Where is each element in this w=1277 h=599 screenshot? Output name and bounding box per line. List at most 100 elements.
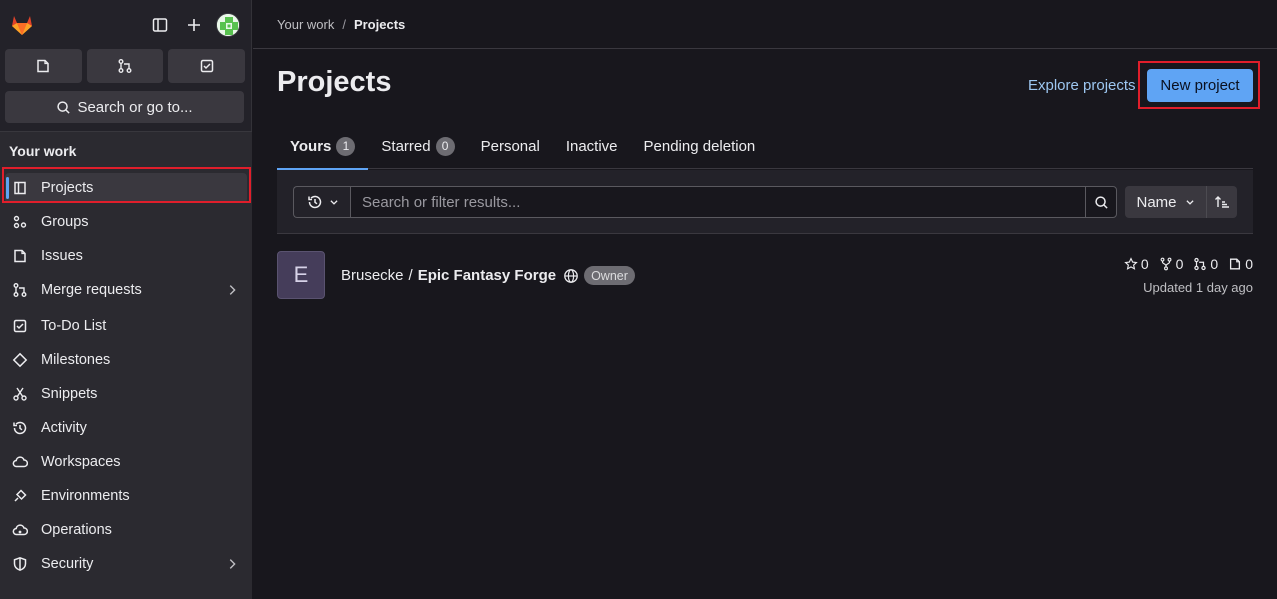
sidebar-item-operations[interactable]: Operations	[5, 515, 247, 545]
tab-yours[interactable]: Yours 1	[277, 123, 369, 170]
collapse-sidebar-button[interactable]	[147, 12, 173, 38]
chevron-down-icon	[329, 200, 338, 205]
sidebar-item-label: Snippets	[41, 386, 98, 402]
sidebar-item-activity[interactable]: Activity	[5, 413, 247, 443]
sidebar-item-snippets[interactable]: Snippets	[5, 379, 247, 409]
project-icon	[14, 181, 26, 195]
tab-label: Inactive	[565, 137, 618, 155]
user-avatar[interactable]	[216, 13, 240, 37]
stars-value: 0	[1140, 256, 1149, 272]
sidebar-item-environments[interactable]: Environments	[5, 481, 247, 511]
cloud-icon	[12, 456, 28, 468]
page-title: Projects	[277, 66, 392, 98]
cloud-gear-icon	[12, 524, 28, 536]
breadcrumb: Your work / Projects	[253, 0, 1277, 49]
project-updated-time: Updated 1 day ago	[1143, 280, 1253, 295]
sidebar-item-todo-list[interactable]: To-Do List	[5, 311, 247, 341]
sidebar-item-label: Activity	[41, 420, 87, 436]
tab-label: Starred	[381, 137, 431, 155]
project-namespace[interactable]: Brusecke	[341, 267, 404, 284]
sidebar-item-issues[interactable]: Issues	[5, 241, 247, 271]
gitlab-logo-icon[interactable]	[9, 12, 35, 38]
issues-icon	[14, 249, 26, 263]
search-or-go-to-button[interactable]: Search or go to...	[5, 91, 244, 123]
tab-count-badge: 0	[435, 136, 455, 156]
project-row: E Brusecke / Epic Fantasy Forge Owner 0 …	[277, 251, 1253, 299]
todo-icon	[13, 319, 27, 333]
issues-count[interactable]: 0	[1228, 256, 1253, 272]
snippet-icon	[13, 387, 27, 401]
sidebar-item-milestones[interactable]: Milestones	[5, 345, 247, 375]
sidebar-toggle-icon	[152, 18, 168, 32]
sidebar-item-projects[interactable]: Projects	[5, 173, 247, 203]
create-new-button[interactable]	[181, 12, 207, 38]
chevron-right-icon	[229, 559, 236, 569]
issues-icon	[1230, 258, 1241, 270]
search-label: Search or go to...	[77, 98, 193, 116]
project-avatar[interactable]: E	[277, 251, 325, 299]
history-icon	[307, 195, 321, 209]
merge-requests-count[interactable]: 0	[1193, 256, 1218, 272]
sidebar-item-merge-requests[interactable]: Merge requests	[5, 275, 247, 305]
tab-inactive[interactable]: Inactive	[553, 123, 631, 169]
forks-value: 0	[1175, 256, 1184, 272]
sidebar: Search or go to... Your work Projects Gr…	[0, 0, 252, 599]
sidebar-top-bar	[0, 0, 252, 48]
project-stats: 0 0 0 0	[1124, 256, 1253, 272]
issues-value: 0	[1245, 256, 1253, 272]
sidebar-item-label: Environments	[41, 488, 130, 504]
tab-label: Pending deletion	[643, 137, 756, 155]
sidebar-item-workspaces[interactable]: Workspaces	[5, 447, 247, 477]
filter-search-input[interactable]	[350, 186, 1086, 218]
sort-ascending-icon	[1215, 196, 1229, 208]
merge-requests-value: 0	[1210, 256, 1219, 272]
tab-label: Personal	[480, 137, 540, 155]
fork-icon	[1160, 257, 1172, 271]
chevron-right-icon	[229, 285, 236, 295]
star-icon	[1124, 257, 1138, 270]
sidebar-item-security[interactable]: Security	[5, 549, 247, 579]
sidebar-item-groups[interactable]: Groups	[5, 207, 247, 237]
sidebar-item-label: Groups	[41, 214, 89, 230]
assigned-issues-button[interactable]	[5, 49, 82, 83]
tab-starred[interactable]: Starred 0	[368, 123, 467, 169]
environment-icon	[14, 489, 27, 502]
sidebar-item-label: Milestones	[41, 352, 111, 368]
sort-label: Name	[1136, 193, 1177, 211]
merge-requests-button[interactable]	[86, 49, 164, 83]
sidebar-item-label: Projects	[41, 180, 94, 196]
sort-by-dropdown[interactable]: Name	[1125, 186, 1206, 218]
role-badge: Owner	[584, 266, 635, 285]
search-icon	[1094, 195, 1108, 209]
issues-icon	[37, 59, 50, 73]
tab-count-badge: 1	[336, 136, 356, 156]
new-project-button[interactable]: New project	[1147, 69, 1253, 102]
project-path-separator: /	[408, 267, 413, 284]
breadcrumb-your-work-link[interactable]: Your work	[277, 17, 334, 32]
forks-count[interactable]: 0	[1159, 256, 1184, 272]
todo-list-button[interactable]	[168, 49, 246, 83]
merge-request-icon	[13, 283, 27, 297]
sort-direction-button[interactable]	[1206, 186, 1237, 218]
sidebar-item-label: Workspaces	[41, 454, 121, 470]
project-title: Brusecke / Epic Fantasy Forge Owner	[341, 266, 635, 285]
explore-projects-link[interactable]: Explore projects	[1028, 77, 1136, 94]
breadcrumb-separator: /	[342, 16, 346, 32]
project-name-link[interactable]: Epic Fantasy Forge	[418, 267, 556, 284]
filter-search-button[interactable]	[1085, 186, 1117, 218]
tab-pending-deletion[interactable]: Pending deletion	[631, 123, 769, 169]
milestone-icon	[12, 352, 28, 368]
recent-searches-dropdown[interactable]	[293, 186, 351, 218]
tab-personal[interactable]: Personal	[468, 123, 553, 169]
stars-count[interactable]: 0	[1124, 256, 1149, 272]
todo-icon	[200, 59, 213, 73]
sidebar-item-label: Merge requests	[41, 282, 142, 298]
search-icon	[57, 100, 71, 114]
shield-icon	[13, 557, 27, 571]
breadcrumb-current[interactable]: Projects	[354, 17, 405, 32]
project-tabs: Yours 1 Starred 0 Personal Inactive Pend…	[277, 123, 1253, 170]
chevron-down-icon	[1185, 200, 1194, 205]
filter-bar: Name	[277, 170, 1253, 234]
merge-request-icon	[118, 59, 132, 73]
sidebar-item-label: To-Do List	[41, 318, 107, 334]
